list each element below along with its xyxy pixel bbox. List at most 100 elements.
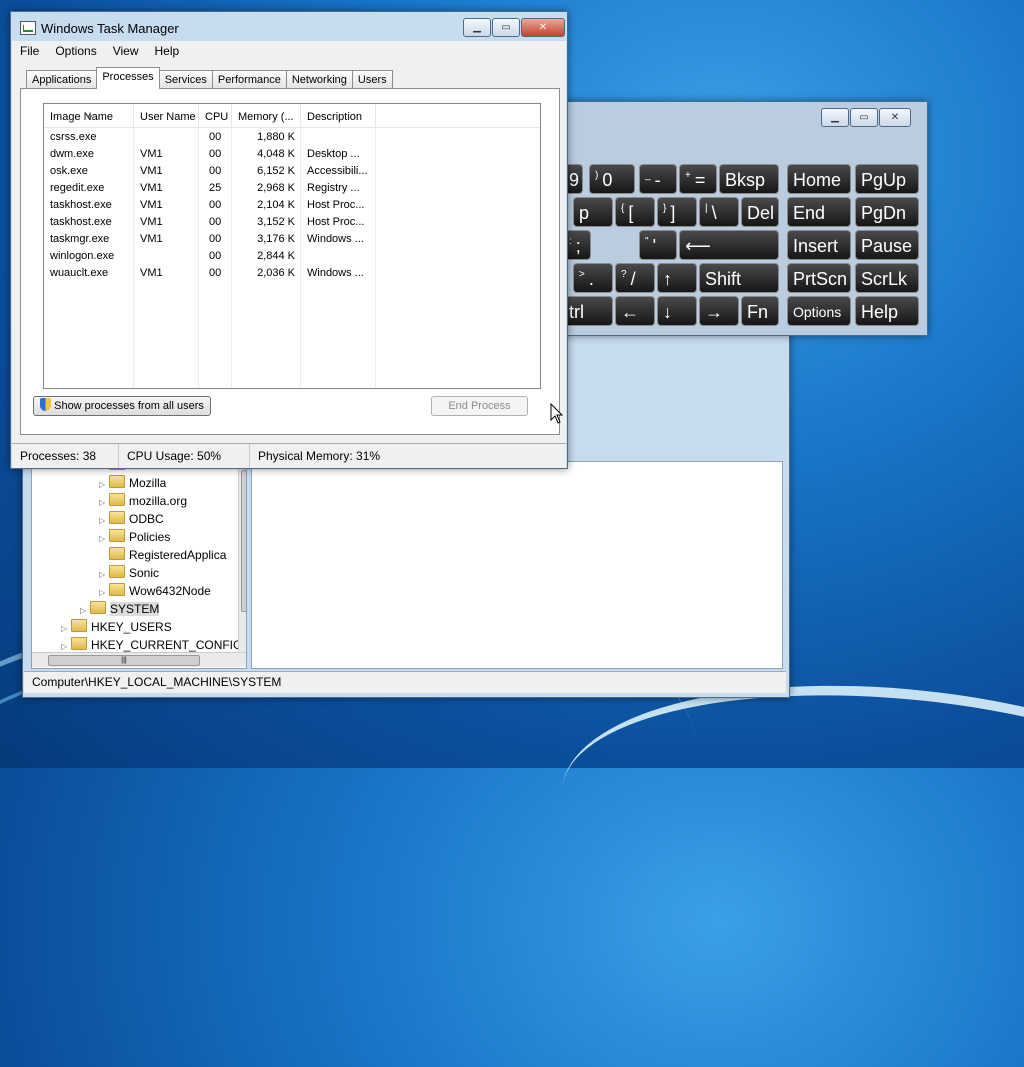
key-PgDn[interactable]: PgDn — [855, 197, 919, 227]
title-bar[interactable]: Windows Task Manager ▁ ▭ ✕ — [11, 12, 567, 42]
minimize-button[interactable]: ▁ — [463, 18, 491, 37]
key-p[interactable]: p — [573, 197, 613, 227]
maximize-button[interactable]: ▭ — [492, 18, 520, 37]
tree-node-label: SYSTEM — [110, 602, 160, 616]
osk-caption-buttons: ▁ ▭ ✕ — [821, 108, 911, 127]
cell-mem: 4,048 K — [257, 148, 295, 160]
cell-mem: 2,968 K — [257, 182, 295, 194]
key-symbol-10[interactable]: | \ — [699, 197, 739, 227]
table-row[interactable]: winlogon.exe 00 2,844 K — [44, 248, 540, 265]
task-manager-window[interactable]: Windows Task Manager ▁ ▭ ✕ File Options Vi… — [10, 11, 568, 469]
key-symbol-3[interactable]: + = — [679, 164, 717, 194]
tab-services[interactable]: Services — [158, 70, 213, 89]
tree-node[interactable]: ▷ mozilla.org — [99, 492, 187, 510]
column-header[interactable]: Image Name ▲ — [44, 104, 134, 127]
key-PgUp[interactable]: PgUp — [855, 164, 919, 194]
tab-performance[interactable]: Performance — [211, 70, 287, 89]
tree-node-label: HKEY_CURRENT_CONFIG — [91, 638, 243, 652]
tab-networking[interactable]: Networking — [285, 70, 353, 89]
cell-user: VM1 — [140, 148, 163, 160]
tree-vertical-scrollbar[interactable] — [238, 462, 246, 652]
key-PrtScn[interactable]: PrtScn — [787, 263, 851, 293]
key-label: ← — [621, 302, 639, 322]
table-row[interactable]: regedit.exe VM1 25 2,968 K Registry ... — [44, 180, 540, 197]
scroll-thumb[interactable] — [241, 470, 246, 612]
key-symbol-16[interactable]: ⟵ — [679, 230, 779, 260]
key-symbol-2[interactable]: _ - — [639, 164, 677, 194]
key-Del[interactable]: Del — [741, 197, 779, 227]
key-ScrLk[interactable]: ScrLk — [855, 263, 919, 293]
key-label: ' — [652, 236, 656, 256]
tree-node[interactable]: ▷ Policies — [99, 528, 170, 546]
tab-strip: Applications Processes Services Performance… — [26, 67, 393, 89]
key-Insert[interactable]: Insert — [787, 230, 851, 260]
show-all-processes-button[interactable]: Show processes from all users — [33, 396, 211, 416]
on-screen-keyboard-window[interactable]: ▁ ▭ ✕ 9) 0 _ - + = Bksp Home PgUp p{[}] | \ Del End Pg… — [548, 101, 928, 336]
key-symbol-27[interactable]: ↓ — [657, 296, 697, 326]
table-row[interactable]: taskhost.exe VM1 00 2,104 K Host Proc... — [44, 197, 540, 214]
tab-processes[interactable]: Processes — [96, 67, 160, 89]
menu-view[interactable]: View — [105, 41, 147, 61]
column-header[interactable]: Memory (... — [232, 104, 301, 127]
tree-node[interactable]: ▷ Wow6432Node — [99, 582, 211, 600]
minimize-button[interactable]: ▁ — [821, 108, 849, 127]
column-header[interactable]: Description — [301, 104, 376, 127]
menu-options[interactable]: Options — [47, 41, 104, 61]
tree-node[interactable]: RegisteredApplica — [99, 546, 226, 564]
key-symbol-21[interactable]: ↑ — [657, 263, 697, 293]
key-End[interactable]: End — [787, 197, 851, 227]
key-0[interactable]: ) 0 — [589, 164, 635, 194]
key-Fn[interactable]: Fn — [741, 296, 779, 326]
key-trl[interactable]: trl — [563, 296, 613, 326]
tree-node-label: Policies — [129, 530, 171, 544]
column-header[interactable]: User Name — [134, 104, 199, 127]
tree-node[interactable]: ▷ Mozilla — [99, 474, 166, 492]
key-Shift[interactable]: Shift — [699, 263, 779, 293]
column-header[interactable]: CPU — [199, 104, 232, 127]
tab-applications[interactable]: Applications — [26, 70, 98, 89]
key-symbol-28[interactable]: → — [699, 296, 739, 326]
key-Bksp[interactable]: Bksp — [719, 164, 779, 194]
key-Options[interactable]: Options — [787, 296, 851, 326]
key-symbol-19[interactable]: >. — [573, 263, 613, 293]
table-row[interactable]: dwm.exe VM1 00 4,048 K Desktop ... — [44, 146, 540, 163]
cell-cpu: 00 — [209, 267, 222, 279]
key-symbol-26[interactable]: ← — [615, 296, 655, 326]
registry-tree[interactable]: Microsoft▷Mozilla▷mozilla.org▷ODBC▷Polic… — [31, 461, 247, 669]
close-button[interactable]: ✕ — [521, 18, 565, 37]
tree-node-label: Mozilla — [129, 476, 167, 490]
tree-node[interactable]: ▷ Sonic — [99, 564, 159, 582]
key-Pause[interactable]: Pause — [855, 230, 919, 260]
tree-node[interactable]: ▷ SYSTEM — [80, 600, 160, 618]
tree-node[interactable]: ▷ HKEY_USERS — [61, 618, 172, 636]
key-symbol-8[interactable]: {[ — [615, 197, 655, 227]
table-row[interactable]: osk.exe VM1 00 6,152 K Accessibili... — [44, 163, 540, 180]
key-label: Home — [793, 170, 842, 190]
key-Help[interactable]: Help — [855, 296, 919, 326]
maximize-button[interactable]: ▭ — [850, 108, 878, 127]
key-symbol-15[interactable]: " ' — [639, 230, 677, 260]
key-symbol-9[interactable]: }] — [657, 197, 697, 227]
table-row[interactable]: taskhost.exe VM1 00 3,152 K Host Proc... — [44, 214, 540, 231]
key-shift-label: " — [645, 236, 649, 247]
key-label: / — [630, 269, 636, 289]
folder-icon — [71, 619, 87, 632]
process-list[interactable]: Image Name ▲ User Name CPU Memory (... Descri… — [43, 103, 541, 389]
menu-help[interactable]: Help — [147, 41, 188, 61]
tab-users[interactable]: Users — [351, 70, 393, 89]
scroll-thumb[interactable]: ||| — [48, 655, 200, 666]
registry-values-pane[interactable] — [251, 461, 783, 669]
tree-node[interactable]: ▷ ODBC — [99, 510, 164, 528]
key-Home[interactable]: Home — [787, 164, 851, 194]
tree-node-label: Sonic — [129, 566, 160, 580]
menu-file[interactable]: File — [12, 41, 47, 61]
end-process-button[interactable]: End Process — [431, 396, 528, 416]
table-row[interactable]: taskmgr.exe VM1 00 3,176 K Windows ... — [44, 231, 540, 248]
key-symbol-20[interactable]: ? / — [615, 263, 655, 293]
table-row[interactable]: csrss.exe 00 1,880 K — [44, 129, 540, 146]
table-row[interactable]: wuauclt.exe VM1 00 2,036 K Windows ... — [44, 265, 540, 282]
close-button[interactable]: ✕ — [879, 108, 911, 127]
tree-horizontal-scrollbar[interactable]: ||| — [32, 652, 246, 667]
cell-name: regedit.exe — [50, 182, 105, 194]
cell-mem: 3,152 K — [257, 216, 295, 228]
